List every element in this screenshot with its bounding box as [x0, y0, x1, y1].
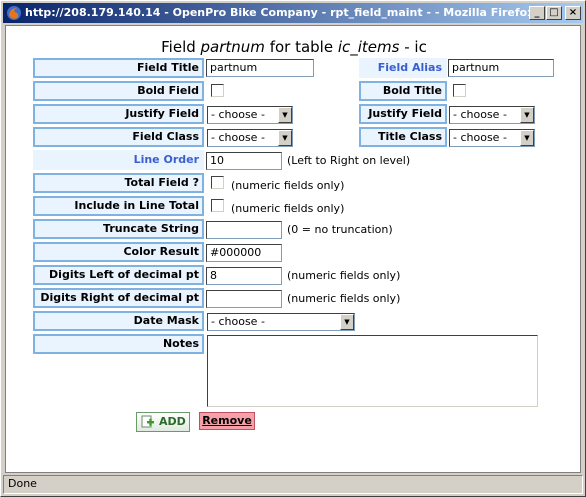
remove-button[interactable]: Remove — [199, 412, 255, 430]
browser-window: http://208.179.140.14 - OpenPro Bike Com… — [0, 0, 586, 497]
add-button[interactable]: ADD — [136, 412, 190, 432]
field-alias-label: Field Alias — [359, 58, 447, 78]
title-suffix: - ic — [399, 38, 427, 56]
title-prefix: Field — [161, 38, 201, 56]
dropdown-arrow-icon: ▼ — [340, 314, 354, 330]
field-class-label: Field Class — [33, 127, 204, 147]
add-icon — [141, 415, 154, 428]
justify-field-select-2[interactable]: - choose - ▼ — [449, 106, 535, 124]
maximize-button[interactable]: □ — [546, 6, 562, 20]
include-line-total-label: Include in Line Total — [33, 196, 204, 216]
truncate-string-input[interactable] — [206, 221, 282, 239]
total-field-note: (numeric fields only) — [231, 179, 345, 192]
digits-left-input[interactable]: 8 — [206, 267, 282, 285]
firefox-icon — [7, 6, 21, 20]
add-button-label: ADD — [159, 415, 186, 428]
total-field-checkbox[interactable] — [211, 176, 224, 189]
justify-field-value: - choose - — [211, 108, 265, 121]
line-order-note: (Left to Right on level) — [287, 154, 411, 167]
date-mask-select[interactable]: - choose - ▼ — [207, 313, 355, 331]
digits-left-label: Digits Left of decimal pt — [33, 265, 204, 285]
title-class-value: - choose - — [453, 131, 507, 144]
color-result-label: Color Result — [33, 242, 204, 262]
digits-left-note: (numeric fields only) — [287, 269, 401, 282]
field-alias-input[interactable]: partnum — [448, 59, 554, 77]
color-result-input[interactable]: #000000 — [206, 244, 282, 262]
title-table-name: ic_items — [337, 38, 400, 56]
include-line-total-note: (numeric fields only) — [231, 202, 345, 215]
bold-title-checkbox[interactable] — [453, 84, 466, 97]
status-text: Done — [3, 475, 583, 494]
bold-title-label: Bold Title — [359, 81, 447, 101]
dropdown-arrow-icon: ▼ — [278, 130, 292, 146]
truncate-string-note: (0 = no truncation) — [287, 223, 393, 236]
date-mask-value: - choose - — [211, 315, 265, 328]
line-order-input[interactable]: 10 — [206, 152, 282, 170]
justify-field-select[interactable]: - choose - ▼ — [207, 106, 293, 124]
field-class-select[interactable]: - choose - ▼ — [207, 129, 293, 147]
justify-field-2-value: - choose - — [453, 108, 507, 121]
digits-right-input[interactable] — [206, 290, 282, 308]
dropdown-arrow-icon: ▼ — [520, 130, 534, 146]
status-bar: Done — [3, 475, 583, 494]
total-field-label: Total Field ? — [33, 173, 204, 193]
minimize-button[interactable]: _ — [529, 6, 545, 20]
page-content: Field partnum for table ic_items - ic Fi… — [5, 25, 581, 473]
field-class-value: - choose - — [211, 131, 265, 144]
title-class-select[interactable]: - choose - ▼ — [449, 129, 535, 147]
window-title: http://208.179.140.14 - OpenPro Bike Com… — [25, 6, 535, 19]
dropdown-arrow-icon: ▼ — [278, 107, 292, 123]
title-middle: for table — [264, 38, 338, 56]
title-bar: http://208.179.140.14 - OpenPro Bike Com… — [3, 3, 583, 23]
field-title-label: Field Title — [33, 58, 204, 78]
justify-field-label-2: Justify Field — [359, 104, 447, 124]
close-button[interactable]: × — [565, 6, 581, 20]
dropdown-arrow-icon: ▼ — [520, 107, 534, 123]
bold-field-label: Bold Field — [33, 81, 204, 101]
title-field-name: partnum — [200, 38, 265, 56]
justify-field-label: Justify Field — [33, 104, 204, 124]
field-title-input[interactable]: partnum — [206, 59, 314, 77]
notes-textarea[interactable] — [207, 335, 538, 407]
digits-right-label: Digits Right of decimal pt — [33, 288, 204, 308]
digits-right-note: (numeric fields only) — [287, 292, 401, 305]
truncate-string-label: Truncate String — [33, 219, 204, 239]
page-title: Field partnum for table ic_items - ic — [6, 38, 580, 56]
notes-label: Notes — [33, 334, 204, 354]
line-order-label: Line Order — [33, 150, 204, 170]
include-line-total-checkbox[interactable] — [211, 199, 224, 212]
date-mask-label: Date Mask — [33, 311, 204, 331]
title-class-label: Title Class — [359, 127, 447, 147]
bold-field-checkbox[interactable] — [211, 84, 224, 97]
